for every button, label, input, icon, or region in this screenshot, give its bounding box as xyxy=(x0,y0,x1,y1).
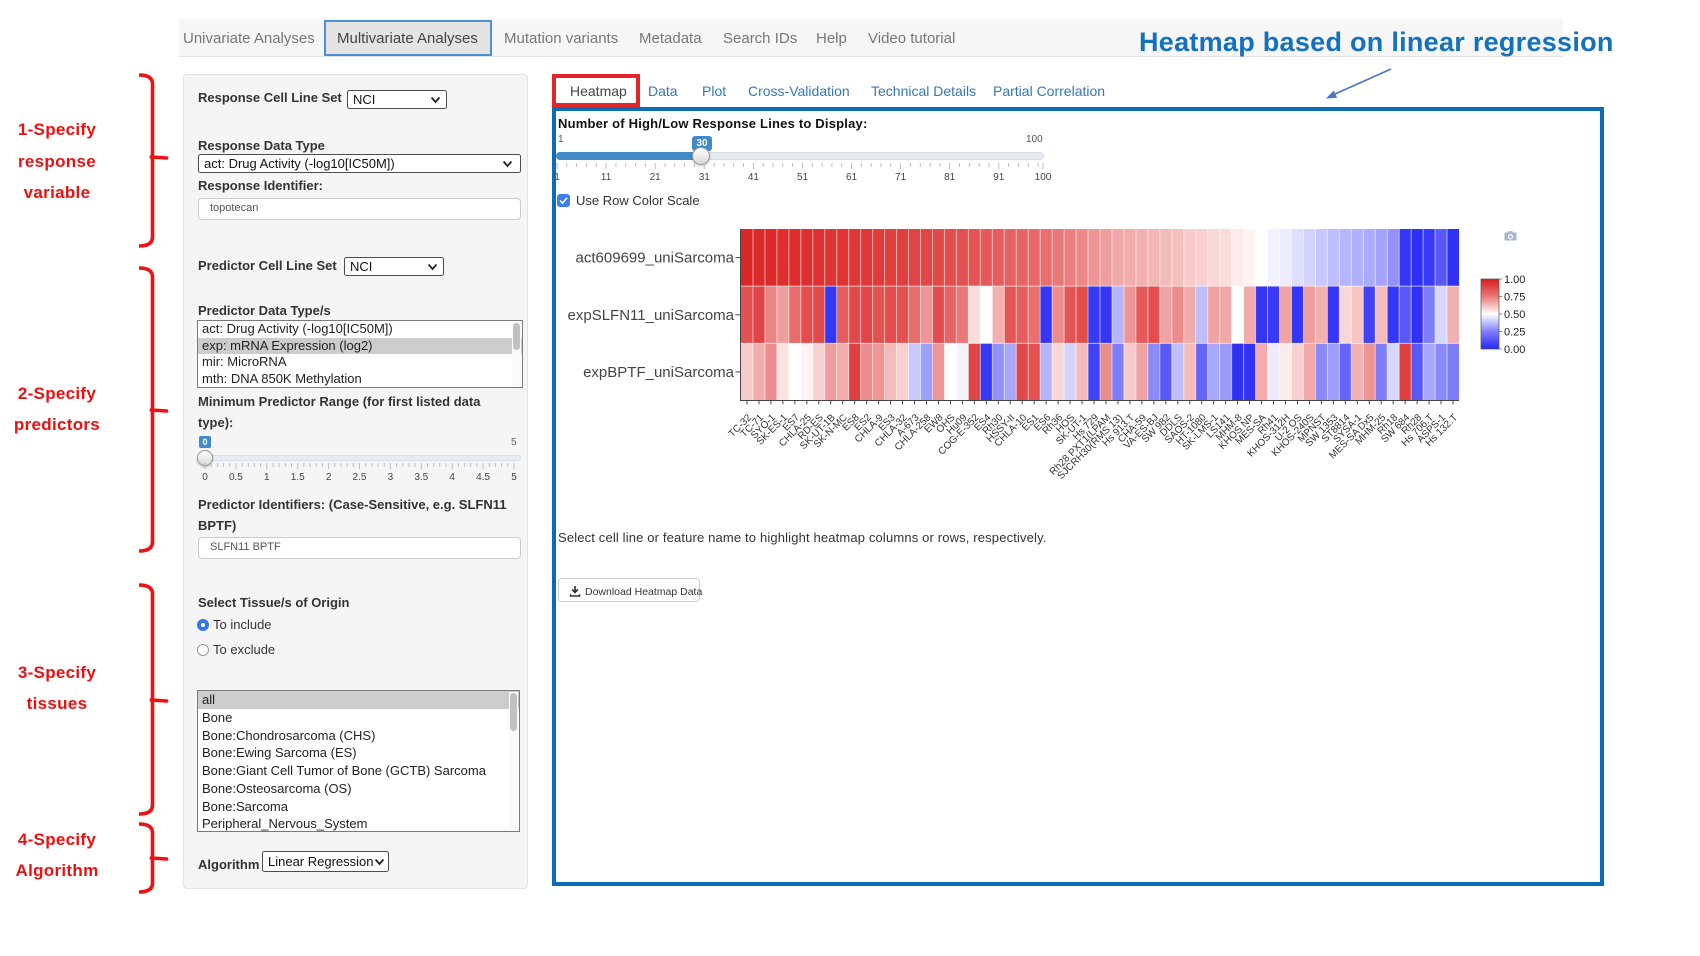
svg-text:2: 2 xyxy=(326,472,332,483)
svg-text:0.50: 0.50 xyxy=(1504,309,1525,321)
svg-text:91: 91 xyxy=(993,172,1005,183)
svg-text:0.25: 0.25 xyxy=(1504,327,1525,339)
svg-text:act609699_uniSarcoma: act609699_uniSarcoma xyxy=(576,250,735,267)
svg-text:4.5: 4.5 xyxy=(476,472,490,483)
svg-text:0.5: 0.5 xyxy=(229,472,243,483)
svg-text:3: 3 xyxy=(388,472,394,483)
svg-text:3.5: 3.5 xyxy=(414,472,428,483)
svg-text:41: 41 xyxy=(748,172,760,183)
svg-text:5: 5 xyxy=(511,472,517,483)
svg-text:4: 4 xyxy=(449,472,455,483)
svg-text:100: 100 xyxy=(1035,172,1052,183)
svg-text:51: 51 xyxy=(797,172,809,183)
svg-text:71: 71 xyxy=(895,172,907,183)
svg-text:1: 1 xyxy=(264,472,270,483)
svg-text:1: 1 xyxy=(554,172,560,183)
svg-text:expSLFN11_uniSarcoma: expSLFN11_uniSarcoma xyxy=(568,307,735,324)
svg-text:81: 81 xyxy=(944,172,956,183)
svg-text:1.00: 1.00 xyxy=(1504,274,1525,286)
svg-text:1.5: 1.5 xyxy=(291,472,305,483)
svg-text:0: 0 xyxy=(202,472,208,483)
svg-text:21: 21 xyxy=(650,172,662,183)
svg-text:2.5: 2.5 xyxy=(353,472,367,483)
svg-text:11: 11 xyxy=(601,172,612,183)
svg-text:61: 61 xyxy=(846,172,858,183)
svg-text:0.00: 0.00 xyxy=(1504,344,1525,356)
svg-text:0.75: 0.75 xyxy=(1504,292,1525,304)
svg-text:31: 31 xyxy=(699,172,711,183)
svg-text:expBPTF_uniSarcoma: expBPTF_uniSarcoma xyxy=(583,364,735,381)
